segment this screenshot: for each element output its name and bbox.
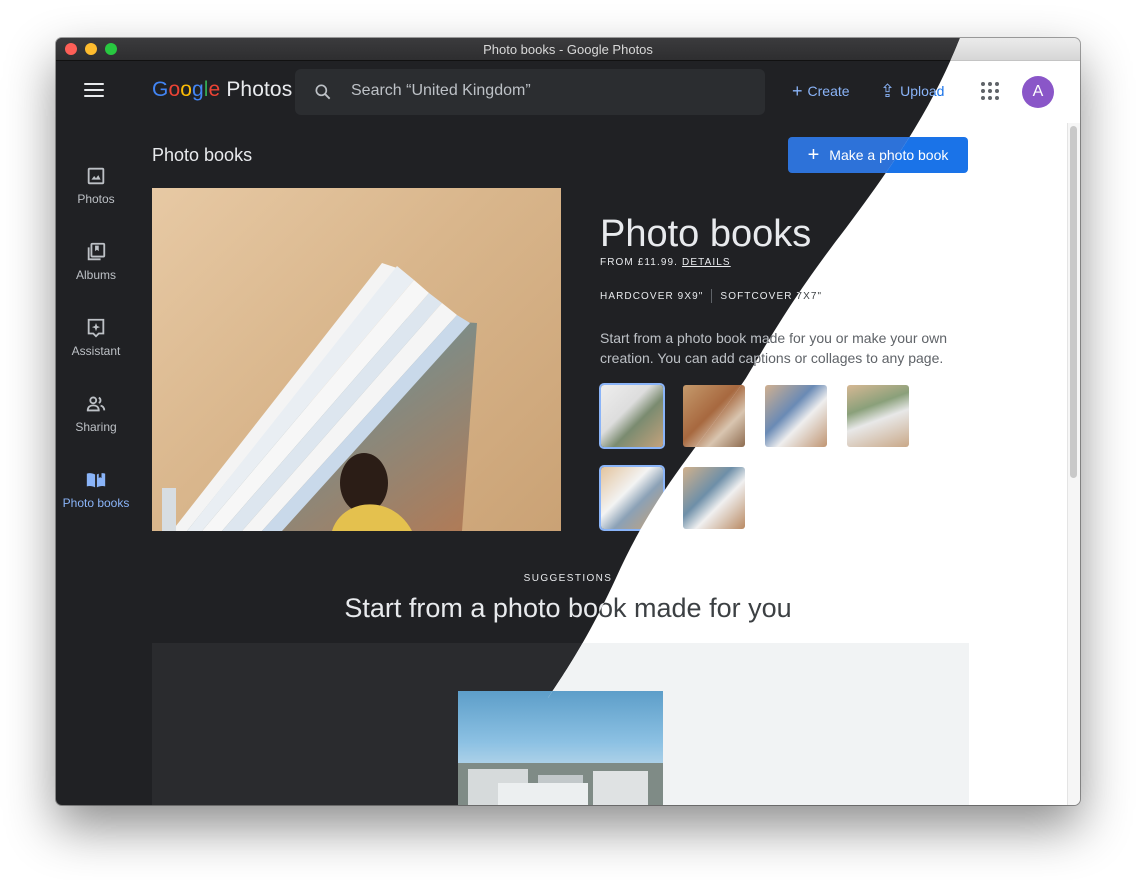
search-input[interactable]: Search “United Kingdom” — [351, 82, 531, 100]
sidebar-item-sharing[interactable]: Sharing — [56, 393, 136, 434]
sidebar-item-albums[interactable]: Albums — [56, 241, 136, 282]
details-link[interactable]: DETAILS — [682, 257, 731, 268]
apps-grid-icon[interactable] — [981, 82, 999, 100]
search-icon[interactable] — [313, 82, 333, 102]
thumbnail-1[interactable] — [601, 385, 663, 447]
sidebar-item-label: Photos — [77, 192, 115, 206]
albums-icon — [87, 242, 106, 261]
logo-product: Photos — [226, 78, 293, 101]
plus-icon: + — [807, 144, 820, 166]
upload-icon: ⇪ — [880, 81, 896, 101]
window-title: Photo books - Google Photos — [483, 42, 653, 57]
sidebar-item-label: Assistant — [71, 344, 121, 358]
book-icon — [86, 472, 106, 488]
sidebar: Photos Albums Assistant Sharing Photo bo… — [56, 123, 136, 805]
price-text: FROM £11.99. — [600, 257, 679, 268]
create-label: Create — [807, 83, 850, 99]
book-illustration — [162, 263, 477, 531]
hero-book-image — [152, 188, 561, 531]
thumbnail-6[interactable] — [683, 467, 745, 529]
app-window: Photo books - Google Photos Google Photos… — [56, 38, 1080, 805]
sidebar-item-label: Sharing — [75, 420, 117, 434]
thumbnail-3[interactable] — [765, 385, 827, 447]
title-bar: Photo books - Google Photos — [56, 38, 1080, 61]
assistant-icon — [87, 318, 105, 338]
people-icon — [86, 396, 106, 412]
sidebar-item-label: Photo books — [62, 496, 130, 510]
divider — [711, 289, 713, 303]
search-bar[interactable]: Search “United Kingdom” — [295, 69, 765, 115]
create-button[interactable]: + Create — [792, 81, 850, 101]
logo-word: Google — [152, 78, 221, 101]
photo-icon — [87, 167, 105, 185]
account-avatar[interactable]: A — [1022, 76, 1054, 108]
sidebar-item-label: Albums — [75, 268, 116, 282]
cover-option-hardcover[interactable]: HARDCOVER 9X9" — [600, 291, 703, 302]
sidebar-item-assistant[interactable]: Assistant — [56, 317, 136, 358]
sidebar-item-photo-books[interactable]: Photo books — [56, 469, 136, 510]
plus-icon: + — [792, 81, 803, 101]
thumbnail-4[interactable] — [847, 385, 909, 447]
sidebar-item-photos[interactable]: Photos — [56, 165, 136, 206]
product-title: Photo books — [600, 213, 812, 255]
google-photos-logo[interactable]: Google Photos — [152, 78, 292, 102]
main-menu-button[interactable] — [84, 83, 104, 99]
scrollbar-thumb[interactable] — [1070, 126, 1077, 478]
cover-options: HARDCOVER 9X9" SOFTCOVER 7X7" — [600, 289, 822, 303]
price-line: FROM £11.99. DETAILS — [600, 257, 731, 268]
page-title: Photo books — [152, 145, 253, 165]
